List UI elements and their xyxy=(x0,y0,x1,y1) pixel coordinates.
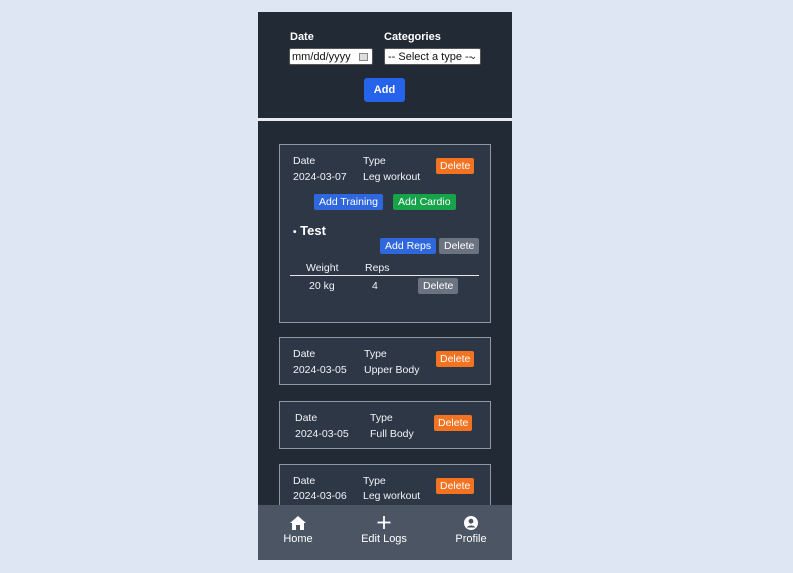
delete-log-button[interactable]: Delete xyxy=(434,415,473,431)
log-list[interactable]: Date Type 2024-03-07 Leg workout Delete … xyxy=(258,121,512,505)
log-date: 2024-03-05 xyxy=(293,364,347,376)
app-panel: Date Categories mm/dd/yyyy -- Select a t… xyxy=(258,12,512,560)
calendar-icon[interactable] xyxy=(359,53,368,61)
log-card: Date Type 2024-03-06 Leg workout Delete xyxy=(279,464,491,505)
date-label: Date xyxy=(293,155,316,167)
bottom-nav: Home Edit Logs Profile xyxy=(258,505,512,560)
nav-profile[interactable]: Profile xyxy=(446,505,496,560)
log-date: 2024-03-07 xyxy=(293,171,347,183)
date-label: Date xyxy=(293,475,316,487)
type-label: Type xyxy=(370,412,393,424)
nav-home-label: Home xyxy=(283,533,313,545)
nav-profile-label: Profile xyxy=(455,533,487,545)
delete-exercise-button[interactable]: Delete xyxy=(439,238,480,254)
category-select[interactable]: -- Select a type -- ⌄ xyxy=(384,48,481,65)
nav-home[interactable]: Home xyxy=(272,505,324,560)
log-type: Full Body xyxy=(370,428,414,440)
delete-set-button[interactable]: Delete xyxy=(418,278,459,294)
delete-log-button[interactable]: Delete xyxy=(436,158,475,174)
reps-cell: 4 xyxy=(372,280,378,292)
date-input[interactable]: mm/dd/yyyy xyxy=(289,48,373,65)
add-training-button[interactable]: Add Training xyxy=(314,194,383,210)
log-date: 2024-03-06 xyxy=(293,490,347,502)
log-type: Leg workout xyxy=(363,490,421,502)
reps-column-header: Reps xyxy=(365,262,390,274)
add-button[interactable]: Add xyxy=(364,78,405,102)
chevron-down-icon: ⌄ xyxy=(469,51,477,61)
exercise-title: • Test xyxy=(293,223,326,238)
log-type: Leg workout xyxy=(363,171,421,183)
log-date: 2024-03-05 xyxy=(295,428,349,440)
category-selected-value: -- Select a type -- xyxy=(388,51,473,63)
categories-label: Categories xyxy=(384,31,441,43)
nav-edit-logs-label: Edit Logs xyxy=(361,533,407,545)
log-card: Date Type 2024-03-05 Full Body Delete xyxy=(279,401,491,449)
log-card: Date Type 2024-03-07 Leg workout Delete … xyxy=(279,144,491,323)
delete-log-button[interactable]: Delete xyxy=(436,478,475,494)
table-header-divider xyxy=(290,275,479,276)
add-reps-button[interactable]: Add Reps xyxy=(380,238,437,254)
type-label: Type xyxy=(364,348,387,360)
type-label: Type xyxy=(363,155,386,167)
exercise-name: Test xyxy=(300,223,326,238)
date-placeholder: mm/dd/yyyy xyxy=(292,51,351,63)
delete-log-button[interactable]: Delete xyxy=(436,351,475,367)
date-label: Date xyxy=(295,412,318,424)
bullet-icon: • xyxy=(293,227,297,238)
plus-icon xyxy=(377,516,391,534)
log-card: Date Type 2024-03-05 Upper Body Delete xyxy=(279,337,491,385)
weight-cell: 20 kg xyxy=(309,280,335,292)
type-label: Type xyxy=(363,475,386,487)
date-label: Date xyxy=(290,31,314,43)
add-log-form: Date Categories mm/dd/yyyy -- Select a t… xyxy=(258,12,512,118)
weight-column-header: Weight xyxy=(306,262,339,274)
log-type: Upper Body xyxy=(364,364,420,376)
add-cardio-button[interactable]: Add Cardio xyxy=(393,194,456,210)
date-label: Date xyxy=(293,348,316,360)
nav-edit-logs[interactable]: Edit Logs xyxy=(354,505,414,560)
